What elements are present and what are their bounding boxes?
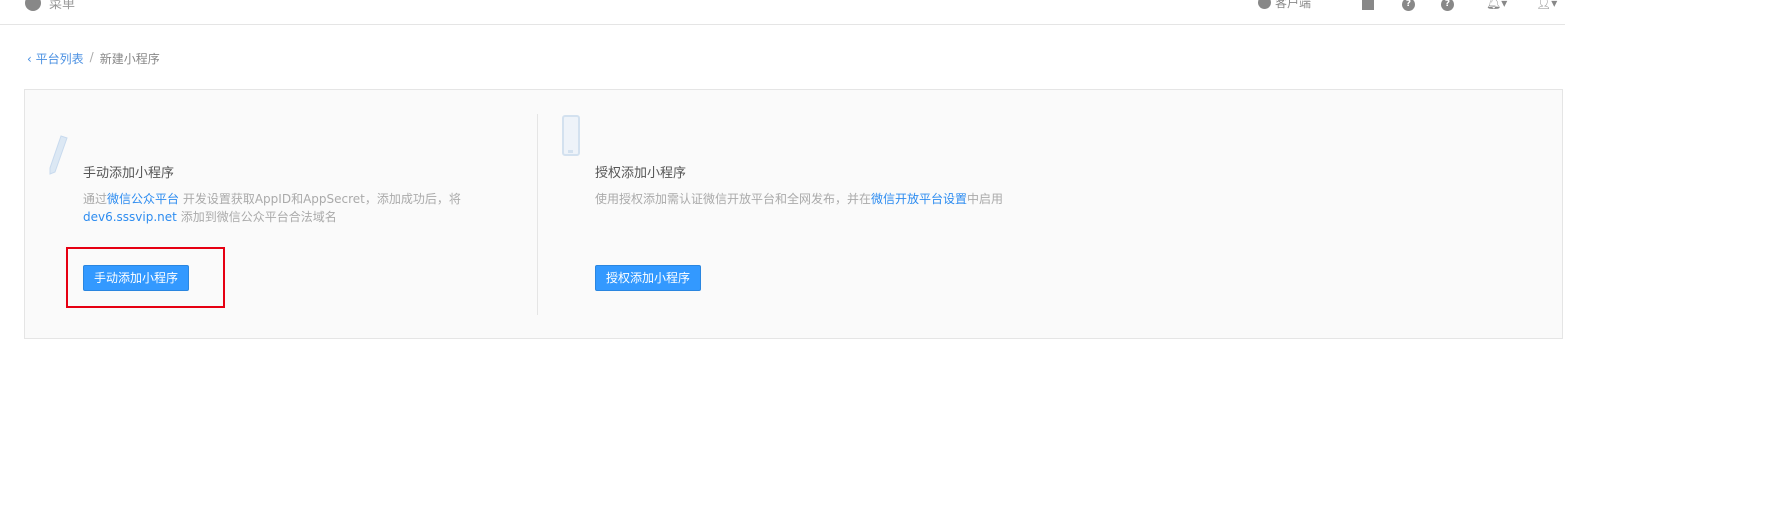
divider (537, 114, 538, 315)
help-button[interactable]: ? (1402, 0, 1415, 11)
client-button[interactable]: 客户端 (1258, 0, 1311, 11)
add-miniprogram-panel: 手动添加小程序 通过微信公众平台 开发设置获取AppID和AppSecret，添… (24, 89, 1563, 339)
bell-icon: 🔔︎▾ (1486, 0, 1508, 10)
breadcrumb: ‹ 平台列表 / 新建小程序 (27, 50, 160, 67)
desc-text: 添加到微信公众平台合法域名 (176, 210, 337, 224)
desc-text: 开发设置获取AppID和AppSecret，添加成功后，将 (179, 192, 461, 206)
top-bar: 菜单 客户端 ? ? 🔔︎▾ 👤︎▾ (0, 0, 1565, 25)
menu-icon (25, 0, 41, 11)
wechat-mp-link[interactable]: 微信公众平台 (107, 192, 179, 206)
notification-button[interactable]: 🔔︎▾ (1486, 0, 1507, 10)
back-label: 平台列表 (35, 52, 84, 66)
auth-add-button[interactable]: 授权添加小程序 (595, 265, 702, 291)
desc-text: 通过 (83, 192, 108, 206)
calculator-button[interactable] (1362, 0, 1374, 10)
desc-text: 中启用 (967, 192, 1004, 206)
manual-description: 通过微信公众平台 开发设置获取AppID和AppSecret，添加成功后，将 d… (83, 190, 463, 226)
breadcrumb-separator: / (89, 50, 94, 64)
desc-text: 使用授权添加需认证微信开放平台和全网发布，并在 (595, 192, 872, 206)
manual-add-button[interactable]: 手动添加小程序 (83, 265, 190, 291)
menu-button[interactable]: 菜单 (25, 0, 75, 12)
phone-icon (562, 115, 580, 156)
help-icon: ? (1402, 0, 1415, 11)
pencil-icon (49, 135, 68, 175)
user-button[interactable]: 👤︎▾ (1536, 0, 1557, 10)
calculator-icon (1362, 0, 1374, 10)
user-icon: 👤︎▾ (1536, 0, 1558, 10)
client-icon (1258, 0, 1271, 9)
manual-title: 手动添加小程序 (83, 166, 175, 181)
menu-label: 菜单 (49, 0, 76, 12)
help-button-2[interactable]: ? (1441, 0, 1454, 11)
domain-link[interactable]: dev6.sssvip.net (83, 210, 177, 224)
breadcrumb-current: 新建小程序 (99, 52, 160, 66)
client-label: 客户端 (1275, 0, 1312, 10)
open-platform-settings-link[interactable]: 微信开放平台设置 (871, 192, 967, 206)
auth-description: 使用授权添加需认证微信开放平台和全网发布，并在微信开放平台设置中启用 (595, 190, 1095, 208)
question-icon: ? (1441, 0, 1454, 11)
breadcrumb-back-link[interactable]: ‹ 平台列表 (27, 50, 84, 67)
auth-title: 授权添加小程序 (595, 166, 687, 181)
